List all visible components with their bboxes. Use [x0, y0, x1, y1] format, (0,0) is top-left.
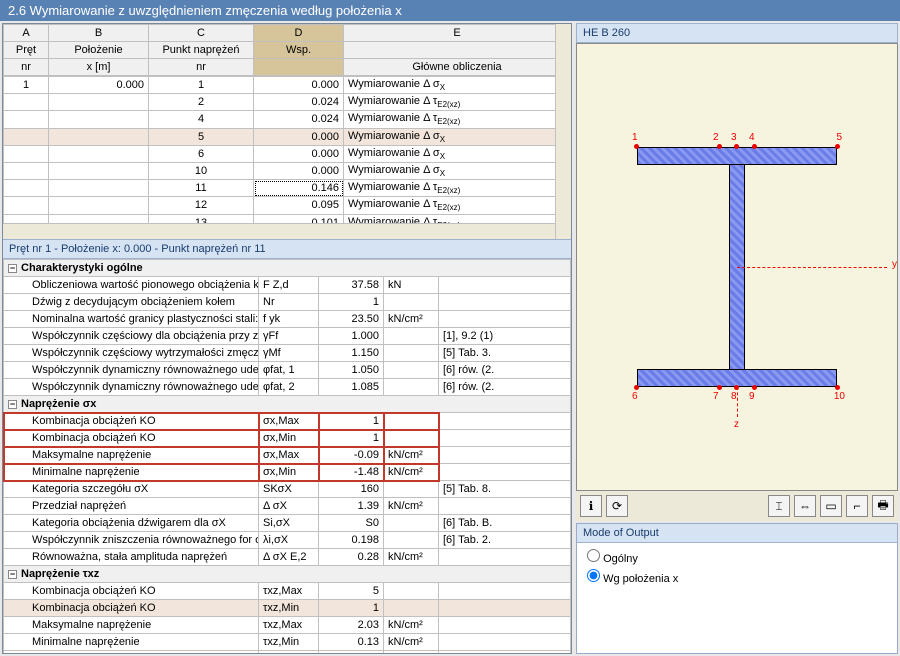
col-e[interactable]: E [344, 25, 571, 42]
col-d[interactable]: D [254, 25, 344, 42]
detail-row[interactable]: Kategoria szczegółu σXSKσX160[5] Tab. 8. [4, 481, 571, 498]
table-row[interactable]: 50.000Wymiarowanie Δ σX [4, 128, 571, 145]
detail-row[interactable]: Kombinacja obciążeń KOτxz,Min1 [4, 600, 571, 617]
collapse-icon[interactable]: − [8, 400, 17, 409]
detail-row[interactable]: Przedział naprężeńΔ σX1.39kN/cm² [4, 498, 571, 515]
upper-grid[interactable]: A B C D E Pręt Położenie Punkt naprężeń … [3, 24, 571, 239]
viewer-toolbar: ℹ ⟳ ⌶ ⇔ ▭ ⌐ 🖶 [576, 491, 898, 521]
detail-header: Pręt nr 1 - Położenie x: 0.000 - Punkt n… [3, 239, 571, 259]
page-title: 2.6 Wymiarowanie z uwzględnieniem zmęcze… [0, 0, 900, 21]
table-row[interactable]: 40.024Wymiarowanie Δ τE2(xz) [4, 111, 571, 128]
collapse-icon[interactable]: − [8, 570, 17, 579]
right-pane: HE B 260 1 2 3 4 5 6 7 8 9 10 y z [576, 23, 898, 654]
detail-row[interactable]: Równoważna, stała amplituda naprężeńΔ σX… [4, 549, 571, 566]
detail-row[interactable]: Współczynnik dynamiczny równoważnego ude… [4, 362, 571, 379]
col-c[interactable]: C [149, 25, 254, 42]
detail-row[interactable]: Maksymalne naprężenieτxz,Max2.03kN/cm² [4, 617, 571, 634]
values-icon[interactable]: ▭ [820, 495, 842, 517]
detail-row[interactable]: Współczynnik częściowy dla obciążenia pr… [4, 328, 571, 345]
detail-row[interactable]: Kombinacja obciążeń KOσx,Max1 [4, 413, 571, 430]
v-scrollbar[interactable] [555, 24, 571, 239]
h-scrollbar[interactable] [3, 223, 571, 239]
profile-title: HE B 260 [576, 23, 898, 43]
detail-row[interactable]: Obliczeniowa wartość pionowego obciążeni… [4, 277, 571, 294]
detail-row[interactable]: Kombinacja obciążeń KOσx,Min1 [4, 430, 571, 447]
table-row[interactable]: 10.00010.000Wymiarowanie Δ σX [4, 77, 571, 94]
table-row[interactable]: 130.101Wymiarowanie Δ τE2(xz) [4, 214, 571, 223]
table-row[interactable]: 100.000Wymiarowanie Δ σX [4, 162, 571, 179]
mode-opt-byx[interactable]: Wg położenia x [587, 569, 887, 585]
table-row[interactable]: 20.024Wymiarowanie Δ τE2(xz) [4, 94, 571, 111]
detail-row[interactable]: Nominalna wartość granicy plastyczności … [4, 311, 571, 328]
detail-row[interactable]: Kategoria obciążenia dźwigarem dla σXSi,… [4, 515, 571, 532]
detail-row[interactable]: Minimalne naprężenieσx,Min-1.48kN/cm² [4, 464, 571, 481]
detail-row[interactable]: Współczynnik częściowy wytrzymałości zmę… [4, 345, 571, 362]
col-b[interactable]: B [49, 25, 149, 42]
detail-row[interactable]: Minimalne naprężenieτxz,Min0.13kN/cm² [4, 634, 571, 651]
table-row[interactable]: 120.095Wymiarowanie Δ τE2(xz) [4, 197, 571, 214]
section-viewer[interactable]: 1 2 3 4 5 6 7 8 9 10 y z [576, 43, 898, 491]
print-icon[interactable]: 🖶 [872, 495, 894, 517]
detail-row[interactable]: Kombinacja obciążeń KOτxz,Max5 [4, 583, 571, 600]
detail-row[interactable]: Maksymalne naprężenieσx,Max-0.09kN/cm² [4, 447, 571, 464]
left-pane: A B C D E Pręt Położenie Punkt naprężeń … [2, 23, 572, 654]
mode-box: Mode of Output Ogólny Wg położenia x [576, 523, 898, 654]
info-icon[interactable]: ℹ [580, 495, 602, 517]
i-beam-shape: 1 2 3 4 5 6 7 8 9 10 y z [637, 147, 837, 387]
section-icon[interactable]: ⌶ [768, 495, 790, 517]
detail-grid[interactable]: −Charakterystyki ogólneObliczeniowa wart… [3, 259, 571, 653]
collapse-icon[interactable]: − [8, 264, 17, 273]
detail-row[interactable]: Współczynnik zniszczenia równoważnego fo… [4, 532, 571, 549]
axes-icon[interactable]: ⌐ [846, 495, 868, 517]
detail-row[interactable]: Amplituda naprężenia τxzΔ τxz1.89kN/cm² [4, 651, 571, 654]
table-row[interactable]: 110.146Wymiarowanie Δ τE2(xz) [4, 180, 571, 197]
table-row[interactable]: 60.000Wymiarowanie Δ σX [4, 145, 571, 162]
col-a[interactable]: A [4, 25, 49, 42]
mode-opt-general[interactable]: Ogólny [587, 549, 887, 565]
detail-row[interactable]: Dźwig z decydującym obciążeniem kołemNr1 [4, 294, 571, 311]
mode-title: Mode of Output [577, 524, 897, 543]
refresh-icon[interactable]: ⟳ [606, 495, 628, 517]
detail-row[interactable]: Współczynnik dynamiczny równoważnego ude… [4, 379, 571, 396]
dim-icon[interactable]: ⇔ [794, 495, 816, 517]
